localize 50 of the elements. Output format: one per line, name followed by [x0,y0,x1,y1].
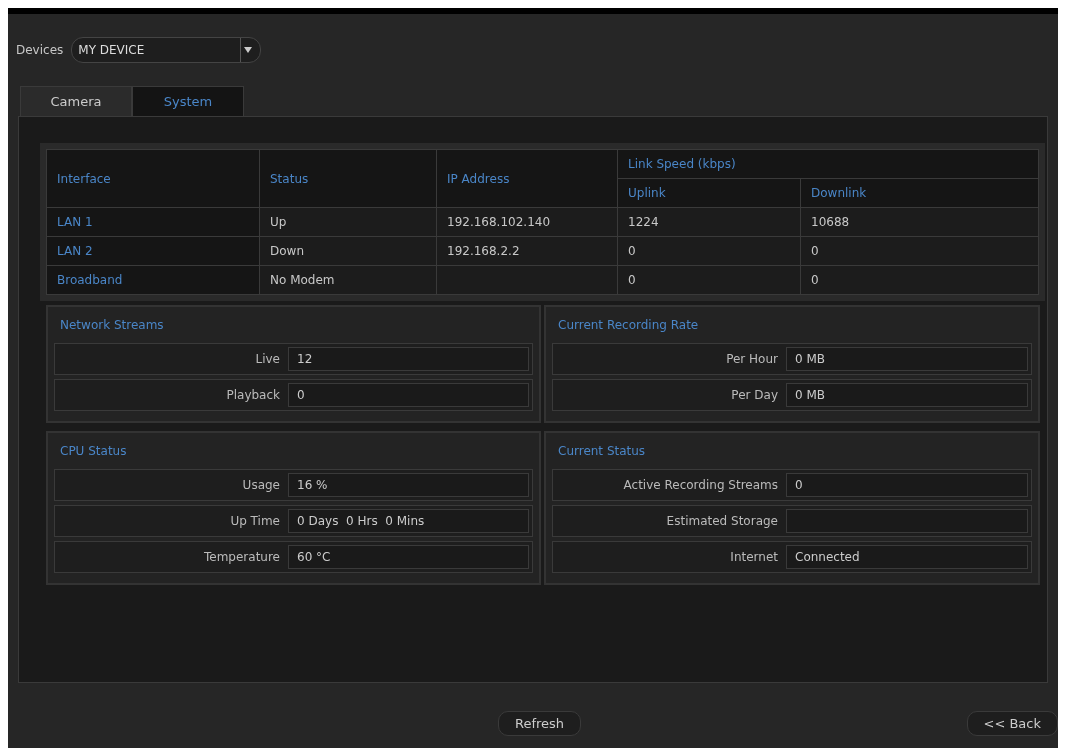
back-button[interactable]: << Back [966,710,1058,736]
field-label: Estimated Storage [665,513,779,530]
field-label: Live [254,351,281,368]
column-header: Uplink [617,178,801,208]
table-cell: 192.168.102.140 [436,207,618,237]
table-cell: Broadband [46,265,260,295]
panel-title: Current Status [557,443,647,460]
panel-title: Current Recording Rate [557,317,700,334]
field-value: Connected [786,545,1028,569]
field-label: Per Hour [725,351,779,368]
column-header: Link Speed (kbps) [617,149,1039,179]
field-label: Playback [225,387,281,404]
table-cell: 192.168.2.2 [436,236,618,266]
table-cell: LAN 2 [46,236,260,266]
device-dropdown[interactable]: MY DEVICE [71,37,262,63]
table-cell: 0 [800,265,1039,295]
panel-title: CPU Status [59,443,128,460]
column-header: IP Address [436,149,618,208]
table-cell: 10688 [800,207,1039,237]
field-value: 0 MB [786,347,1028,371]
table-cell: No Modem [259,265,437,295]
panel-title: Network Streams [59,317,165,334]
table-cell: Down [259,236,437,266]
table-cell: 0 [800,236,1039,266]
devices-label: Devices [16,42,64,59]
column-header: Downlink [800,178,1039,208]
field-label: Internet [729,549,779,566]
field-value: 0 MB [786,383,1028,407]
field-value: 0 [786,473,1028,497]
tab[interactable]: System [132,86,244,116]
column-header: Interface [46,149,260,208]
field-label: Active Recording Streams [622,477,779,494]
table-cell: 1224 [617,207,801,237]
table-cell: 0 [617,265,801,295]
field-value: 0 Days 0 Hrs 0 Mins [288,509,529,533]
field-value: 0 [288,383,529,407]
table-cell: LAN 1 [46,207,260,237]
field-label: Temperature [203,549,281,566]
caret-icon [243,47,252,53]
table-cell: 0 [617,236,801,266]
field-value: 16 % [288,473,529,497]
refresh-button[interactable]: Refresh [498,710,582,736]
field-value: 60 °C [288,545,529,569]
field-label: Usage [241,477,281,494]
table-cell: Up [259,207,437,237]
field-value: 12 [288,347,529,371]
tab[interactable]: Camera [20,86,132,116]
column-header: Status [259,149,437,208]
field-label: Up Time [229,513,281,530]
field-label: Per Day [730,387,779,404]
